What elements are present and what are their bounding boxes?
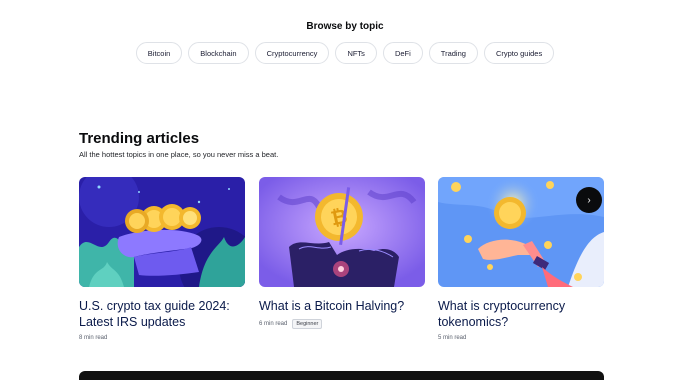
article-title[interactable]: U.S. crypto tax guide 2024: Latest IRS u…	[79, 298, 245, 330]
article-card-bitcoin-halving[interactable]: ₿ What is a Bitcoin Halving? 6 min read …	[259, 177, 425, 329]
article-title[interactable]: What is cryptocurrency tokenomics?	[438, 298, 604, 330]
carousel-next-button[interactable]: ›	[576, 187, 602, 213]
topic-chip-crypto-guides[interactable]: Crypto guides	[483, 42, 555, 64]
article-card-tax-guide[interactable]: U.S. crypto tax guide 2024: Latest IRS u…	[79, 177, 245, 341]
article-meta: 6 min read Beginner	[259, 319, 425, 329]
trending-articles-heading: Trending articles	[79, 130, 200, 147]
browse-by-topic-heading: Browse by topic	[306, 21, 384, 32]
read-time: 6 min read	[259, 321, 288, 327]
topic-chip-cryptocurrency[interactable]: Cryptocurrency	[254, 42, 330, 64]
topic-chip-nfts[interactable]: NFTs	[335, 42, 377, 64]
topic-chip-defi[interactable]: DeFi	[382, 42, 423, 64]
article-meta: 8 min read	[79, 335, 245, 341]
article-carousel: U.S. crypto tax guide 2024: Latest IRS u…	[79, 177, 604, 352]
chevron-right-icon: ›	[587, 194, 591, 206]
trending-articles-subtitle: All the hottest topics in one place, so …	[79, 150, 279, 159]
topic-chip-trading[interactable]: Trading	[428, 42, 478, 64]
next-section-banner	[79, 371, 604, 380]
article-image-bitcoin-halving: ₿	[259, 177, 425, 287]
topic-chips: Bitcoin Blockchain Cryptocurrency NFTs D…	[0, 42, 690, 64]
level-badge: Beginner	[292, 319, 323, 329]
read-time: 5 min read	[438, 335, 467, 341]
article-image-hand-coins	[79, 177, 245, 287]
topic-chip-blockchain[interactable]: Blockchain	[188, 42, 249, 64]
article-meta: 5 min read	[438, 335, 604, 341]
read-time: 8 min read	[79, 335, 108, 341]
article-title[interactable]: What is a Bitcoin Halving?	[259, 298, 425, 314]
topic-chip-bitcoin[interactable]: Bitcoin	[135, 42, 183, 64]
